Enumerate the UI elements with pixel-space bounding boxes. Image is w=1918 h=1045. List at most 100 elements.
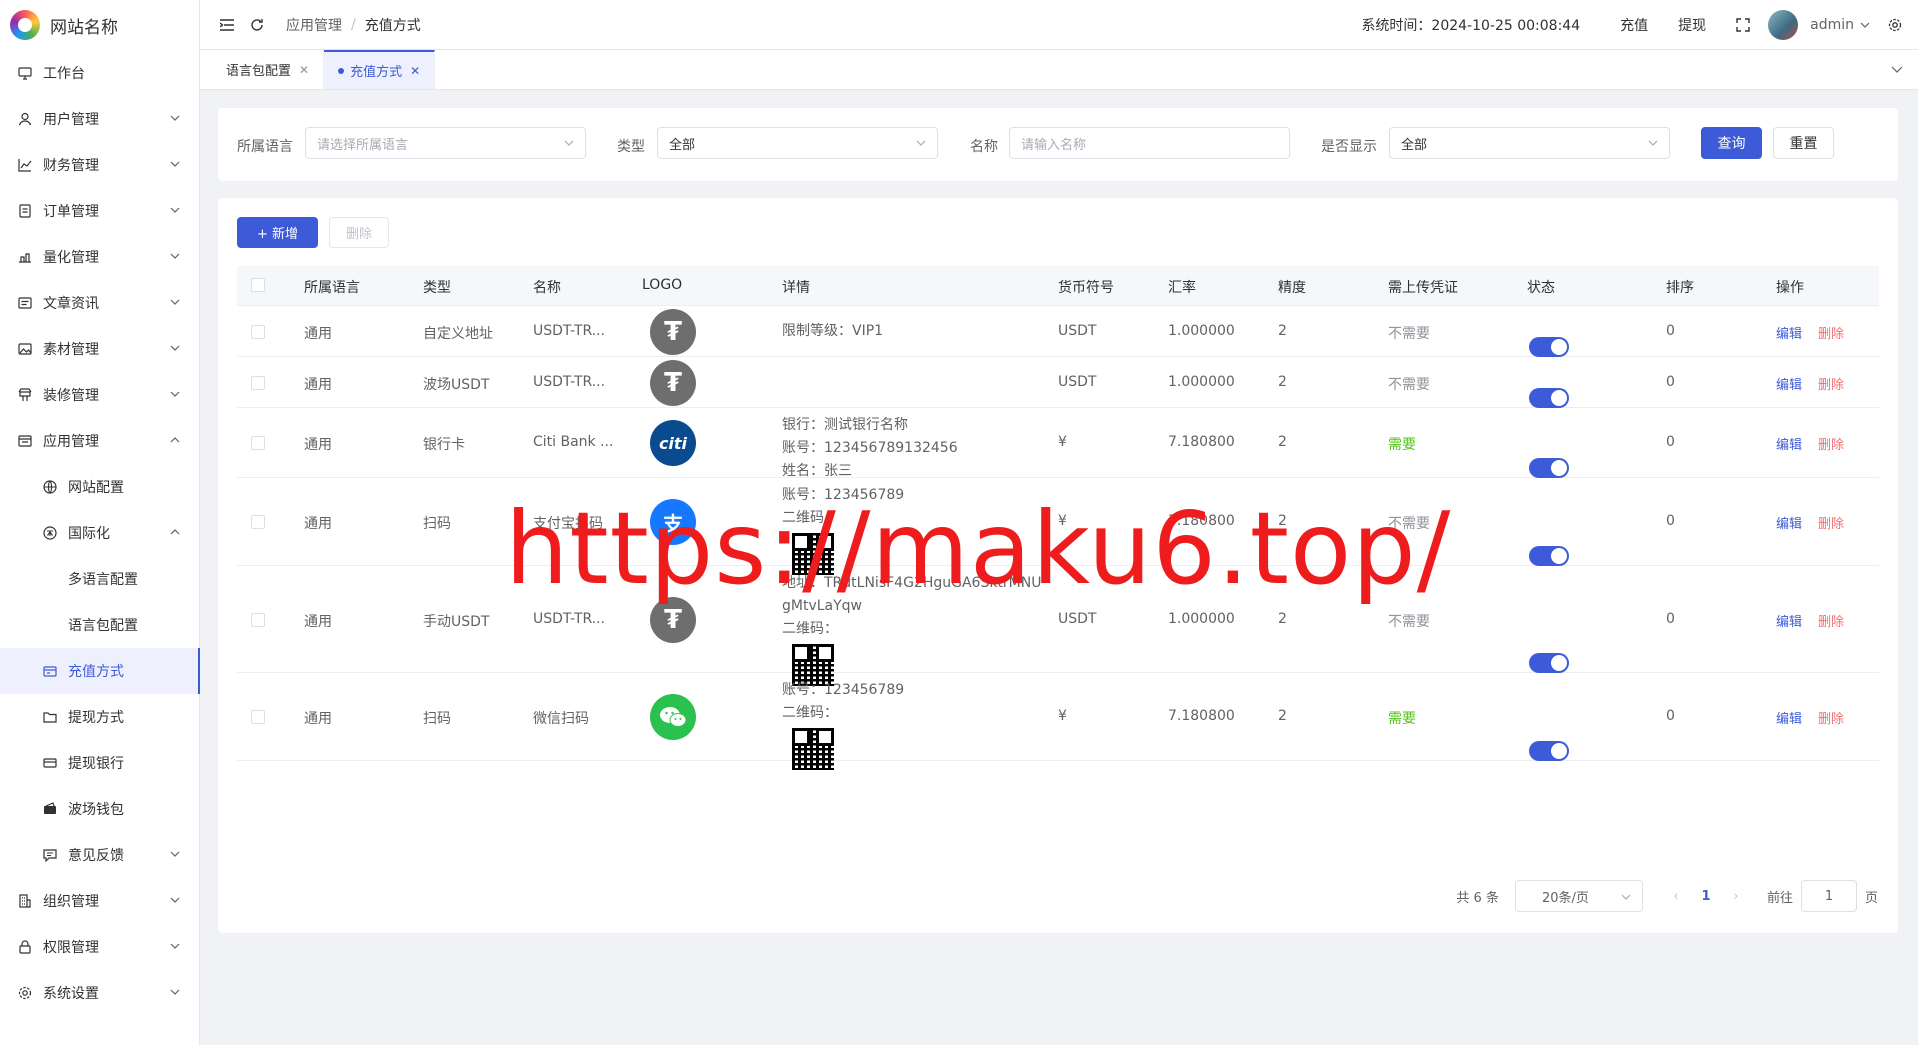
cell-rate: 1.000000 — [1168, 611, 1235, 627]
sidebar-item[interactable]: 工作台 — [0, 50, 199, 96]
menu-fold-icon[interactable] — [218, 16, 236, 34]
sidebar-item[interactable]: 意见反馈 — [0, 832, 199, 878]
sidebar-item[interactable]: 装修管理 — [0, 372, 199, 418]
status-toggle[interactable] — [1529, 545, 1569, 566]
avatar[interactable] — [1768, 10, 1799, 40]
sidebar-item[interactable]: 量化管理 — [0, 234, 199, 280]
sidebar-item-label: 权限管理 — [43, 940, 99, 956]
col-logo: LOGO — [642, 277, 683, 293]
query-button[interactable]: 查询 — [1701, 127, 1762, 159]
delete-link[interactable]: 删除 — [1818, 615, 1844, 630]
cell-type: 扫码 — [423, 711, 451, 727]
site-logo[interactable]: 网站名称 — [0, 0, 199, 50]
name-input[interactable]: 请输入名称 — [1009, 127, 1290, 159]
globe-icon — [42, 479, 58, 495]
sidebar-item[interactable]: 文章资讯 — [0, 280, 199, 326]
language-select[interactable]: 请选择所属语言 — [305, 127, 586, 159]
delete-link[interactable]: 删除 — [1818, 712, 1844, 727]
status-toggle[interactable] — [1529, 457, 1569, 478]
add-button[interactable]: + 新增 — [237, 217, 318, 248]
sidebar-item[interactable]: 权限管理 — [0, 924, 199, 970]
sidebar-item[interactable]: 网站配置 — [0, 464, 199, 510]
edit-link[interactable]: 编辑 — [1776, 712, 1802, 727]
tab-recharge-method[interactable]: 充值方式 ✕ — [324, 50, 436, 89]
row-checkbox[interactable] — [251, 325, 265, 339]
settings-gear-icon[interactable] — [1888, 18, 1902, 32]
sidebar-item[interactable]: 用户管理 — [0, 96, 199, 142]
cell-sort: 0 — [1666, 611, 1675, 627]
cell-language: 通用 — [304, 377, 332, 393]
close-icon[interactable]: ✕ — [410, 64, 420, 78]
site-name: 网站名称 — [50, 17, 118, 38]
col-type: 类型 — [423, 280, 451, 296]
page-number-current[interactable]: 1 — [1693, 889, 1719, 904]
sidebar-item[interactable]: 系统设置 — [0, 970, 199, 1016]
cell-sort: 0 — [1666, 708, 1675, 724]
sidebar-item[interactable]: 组织管理 — [0, 878, 199, 924]
edit-link[interactable]: 编辑 — [1776, 378, 1802, 393]
image-icon — [17, 341, 33, 357]
delete-link[interactable]: 删除 — [1818, 438, 1844, 453]
delete-link[interactable]: 删除 — [1818, 327, 1844, 342]
edit-link[interactable]: 编辑 — [1776, 438, 1802, 453]
sidebar-item-label: 应用管理 — [43, 434, 99, 450]
batch-delete-button[interactable]: 删除 — [329, 217, 389, 248]
decor-icon — [17, 387, 33, 403]
prev-page-button[interactable]: ‹ — [1663, 889, 1689, 904]
sidebar-item-label: 提现方式 — [68, 710, 124, 726]
sidebar-item[interactable]: 充值方式 — [0, 648, 200, 694]
lock-icon — [17, 939, 33, 955]
sidebar-item[interactable]: 多语言配置 — [0, 556, 199, 602]
status-toggle[interactable] — [1529, 653, 1569, 673]
goto-page-input[interactable]: 1 — [1800, 880, 1857, 912]
tab-language-pack[interactable]: 语言包配置 ✕ — [212, 50, 325, 89]
sidebar-item[interactable]: 订单管理 — [0, 188, 199, 234]
tab-label: 充值方式 — [350, 65, 403, 80]
sidebar-item-label: 素材管理 — [43, 342, 99, 358]
chevron-down-icon[interactable] — [1860, 20, 1870, 30]
status-toggle[interactable] — [1529, 740, 1569, 761]
sidebar-item[interactable]: 素材管理 — [0, 326, 199, 372]
recharge-link[interactable]: 充值 — [1620, 15, 1648, 35]
status-toggle[interactable] — [1529, 388, 1569, 408]
sidebar-item-label: 充值方式 — [68, 664, 124, 680]
breadcrumb-item[interactable]: 应用管理 — [286, 15, 342, 35]
row-checkbox[interactable] — [251, 515, 265, 529]
close-icon[interactable]: ✕ — [299, 63, 309, 77]
sidebar-item-label: 用户管理 — [43, 112, 99, 128]
sidebar-item[interactable]: 应用管理 — [0, 418, 199, 464]
sidebar-item[interactable]: 国际化 — [0, 510, 199, 556]
sidebar-item[interactable]: 提现银行 — [0, 740, 199, 786]
row-checkbox[interactable] — [251, 710, 265, 724]
select-all-checkbox[interactable] — [251, 278, 265, 292]
row-checkbox[interactable] — [251, 613, 265, 627]
refresh-icon[interactable] — [248, 16, 266, 34]
row-checkbox[interactable] — [251, 376, 265, 390]
reset-button[interactable]: 重置 — [1773, 127, 1834, 159]
type-select[interactable]: 全部 — [657, 127, 938, 159]
edit-link[interactable]: 编辑 — [1776, 615, 1802, 630]
page-size-select[interactable]: 20条/页 — [1514, 880, 1643, 912]
sidebar-item-label: 文章资讯 — [43, 296, 99, 312]
sidebar-item[interactable]: 波场钱包 — [0, 786, 199, 832]
row-checkbox[interactable] — [251, 436, 265, 450]
edit-link[interactable]: 编辑 — [1776, 327, 1802, 342]
sidebar-item[interactable]: 语言包配置 — [0, 602, 199, 648]
language-icon — [42, 525, 58, 541]
delete-link[interactable]: 删除 — [1818, 378, 1844, 393]
status-toggle[interactable] — [1529, 337, 1569, 357]
fullscreen-icon[interactable] — [1736, 18, 1750, 32]
withdraw-link[interactable]: 提现 — [1678, 15, 1706, 35]
col-name: 名称 — [533, 280, 561, 296]
show-select[interactable]: 全部 — [1389, 127, 1670, 159]
next-page-button[interactable]: › — [1723, 889, 1749, 904]
edit-link[interactable]: 编辑 — [1776, 517, 1802, 532]
cell-language: 通用 — [304, 326, 332, 342]
sidebar-item[interactable]: 提现方式 — [0, 694, 199, 740]
user-name[interactable]: admin — [1810, 17, 1854, 33]
page-size-value: 20条/页 — [1541, 890, 1589, 906]
tabs-more-icon[interactable] — [1890, 62, 1906, 78]
delete-link[interactable]: 删除 — [1818, 517, 1844, 532]
sidebar-item[interactable]: 财务管理 — [0, 142, 199, 188]
cell-symbol: USDT — [1058, 374, 1097, 390]
